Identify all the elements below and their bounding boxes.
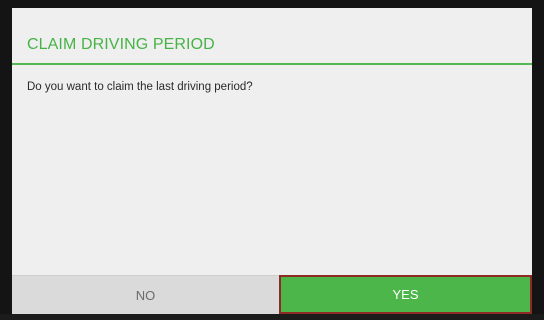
dialog-title-bar: CLAIM DRIVING PERIOD [12, 8, 532, 65]
yes-button[interactable]: YES [279, 275, 532, 314]
yes-button-label: YES [392, 287, 419, 302]
screen-bottom-edge [0, 314, 544, 320]
dialog-message: Do you want to claim the last driving pe… [27, 81, 253, 93]
no-button[interactable]: NO [12, 275, 279, 314]
no-button-label: NO [135, 287, 156, 303]
dialog-button-row: NO YES [12, 275, 532, 314]
dialog-title: CLAIM DRIVING PERIOD [27, 36, 215, 53]
claim-driving-period-dialog: CLAIM DRIVING PERIOD Do you want to clai… [12, 8, 532, 314]
